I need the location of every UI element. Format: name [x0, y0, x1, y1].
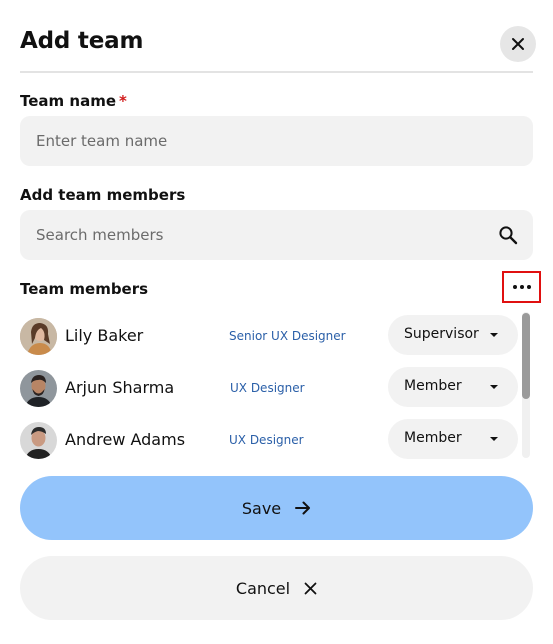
role-value: Member: [404, 378, 462, 394]
arrow-right-icon: [295, 501, 311, 515]
member-title: UX Designer: [229, 433, 304, 447]
avatar: [20, 422, 57, 459]
cancel-button[interactable]: Cancel: [20, 556, 533, 620]
role-value: Member: [404, 430, 462, 446]
avatar: [20, 370, 57, 407]
more-icon-dot: [526, 285, 531, 289]
member-row: Andrew Adams UX Designer Member: [20, 419, 520, 463]
save-button-label: Save: [241, 498, 282, 518]
member-row: Lily Baker Senior UX Designer Supervisor: [20, 315, 520, 359]
avatar: [20, 318, 57, 355]
caret-down-icon: [490, 333, 498, 337]
save-button[interactable]: Save: [20, 476, 533, 540]
close-icon: [512, 38, 524, 50]
role-select[interactable]: Member: [388, 367, 518, 407]
member-name: Arjun Sharma: [65, 378, 175, 397]
page-title: Add team: [20, 28, 144, 54]
search-members-input[interactable]: [20, 210, 533, 260]
more-options-button[interactable]: [502, 271, 541, 303]
team-name-label: Team name *: [20, 92, 127, 110]
team-name-label-text: Team name: [20, 92, 116, 110]
cancel-button-label: Cancel: [235, 578, 291, 598]
team-members-label: Team members: [20, 280, 149, 298]
team-name-input[interactable]: [20, 116, 533, 166]
search-icon[interactable]: [498, 225, 518, 245]
more-icon-dot: [512, 285, 517, 289]
role-select[interactable]: Member: [388, 419, 518, 459]
add-members-label: Add team members: [20, 186, 186, 204]
member-name: Lily Baker: [65, 326, 144, 345]
role-select[interactable]: Supervisor: [388, 315, 518, 355]
caret-down-icon: [490, 385, 498, 389]
more-icon-dot: [519, 285, 524, 289]
member-name: Andrew Adams: [65, 430, 186, 449]
member-title: UX Designer: [230, 381, 305, 395]
member-row: Arjun Sharma UX Designer Member: [20, 367, 520, 411]
caret-down-icon: [490, 437, 498, 441]
scrollbar-thumb[interactable]: [522, 313, 530, 399]
role-value: Supervisor: [404, 326, 479, 342]
header-divider: [20, 71, 533, 73]
member-title: Senior UX Designer: [229, 329, 346, 343]
close-icon: [304, 582, 317, 594]
close-button[interactable]: [500, 26, 536, 62]
required-mark: *: [119, 92, 127, 110]
